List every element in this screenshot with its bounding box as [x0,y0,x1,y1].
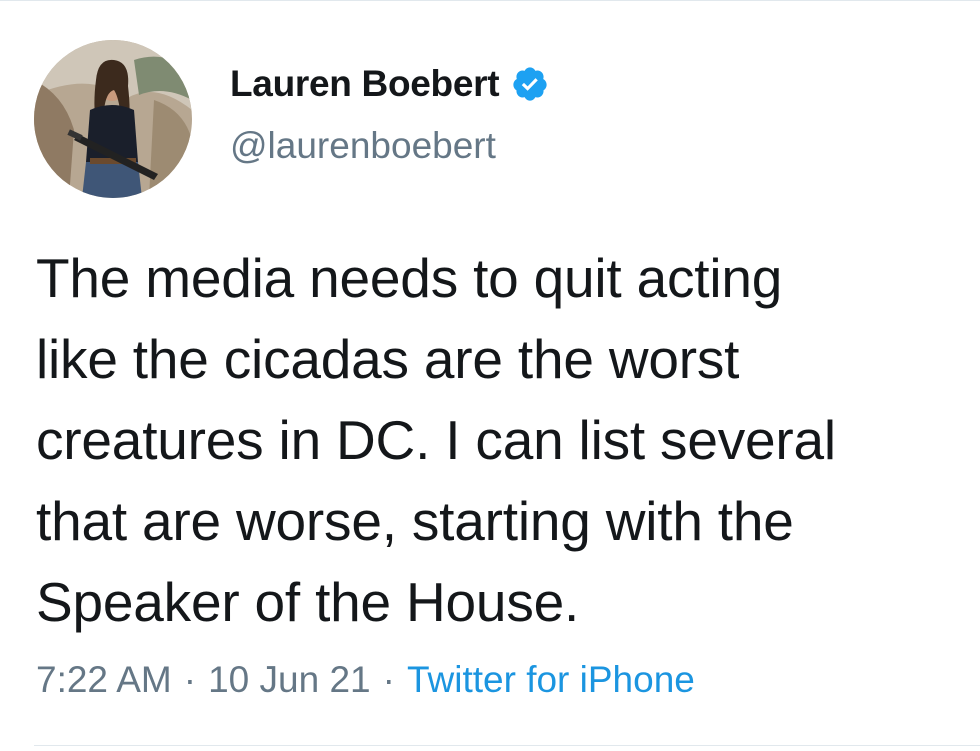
tweet-text: The media needs to quit acting like the c… [36,238,966,643]
meta-separator: · [382,659,395,700]
tweet-text-line: creatures in DC. I can list several [36,409,836,471]
tweet-text-line: like the cicadas are the worst [36,328,740,390]
tweet-source-link[interactable]: Twitter for iPhone [407,659,695,701]
tweet-card: Lauren Boebert @laurenboebert The media … [0,0,980,751]
divider [34,745,980,746]
tweet-date[interactable]: 10 Jun 21 [208,659,371,701]
tweet-meta: 7:22 AM · 10 Jun 21 · Twitter for iPhone [36,659,695,701]
display-name[interactable]: Lauren Boebert [230,63,500,105]
tweet-time[interactable]: 7:22 AM [36,659,172,701]
user-handle[interactable]: @laurenboebert [230,125,549,167]
verified-badge-icon [511,65,549,103]
tweet-header: Lauren Boebert @laurenboebert [34,39,549,199]
author-names: Lauren Boebert @laurenboebert [230,63,549,167]
avatar-image [34,40,192,198]
tweet-text-line: that are worse, starting with the [36,490,794,552]
tweet-text-line: The media needs to quit acting [36,247,783,309]
meta-separator: · [183,659,197,700]
avatar[interactable] [34,40,192,198]
name-row: Lauren Boebert [230,63,549,105]
tweet-text-line: Speaker of the House. [36,571,580,633]
